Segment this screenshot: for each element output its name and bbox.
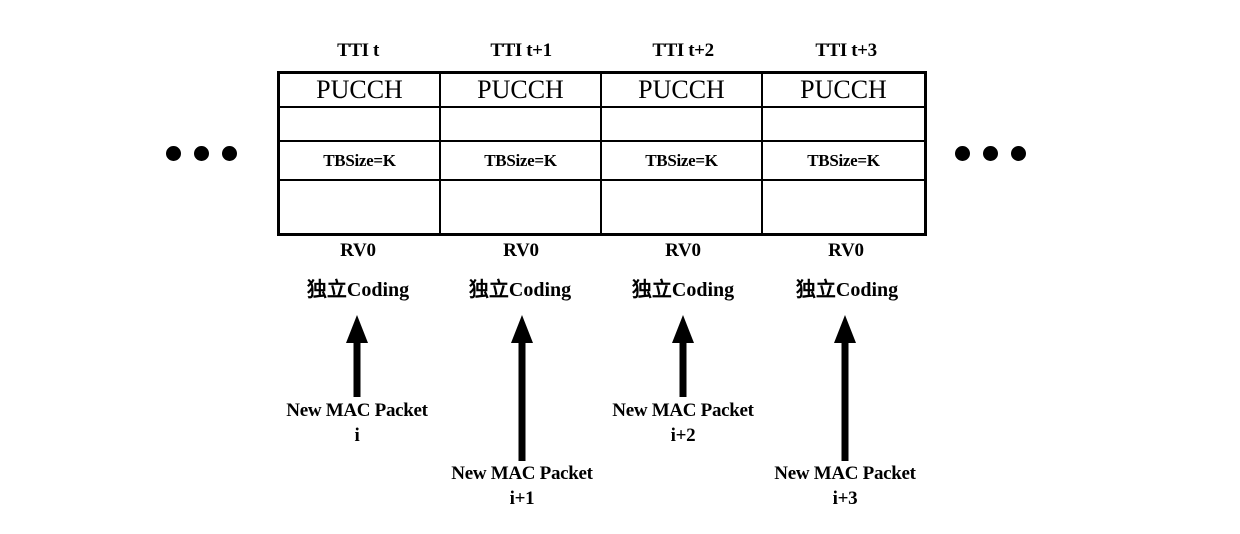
packet-label-name-3: New MAC Packet — [774, 463, 916, 484]
packet-label-2: New MAC Packet i+2 — [573, 398, 793, 448]
coding-label-3: 独立Coding — [795, 279, 899, 301]
packet-label-index-1: i+1 — [509, 488, 535, 509]
packet-label-index-0: i — [354, 425, 360, 446]
rv-label-1: RV0 — [503, 240, 539, 261]
tti-resource-grid: PUCCH PUCCH PUCCH PUCCH TBSize=K TBSize=… — [277, 71, 927, 236]
cell-blank-lower-2 — [602, 181, 763, 236]
cell-blank-upper-0 — [280, 108, 441, 142]
rv-label-2: RV0 — [665, 240, 701, 261]
cell-tbsize-3: TBSize=K — [763, 142, 924, 181]
cell-pucch-2: PUCCH — [602, 74, 763, 108]
packet-label-index-2: i+2 — [670, 425, 696, 446]
cell-blank-upper-2 — [602, 108, 763, 142]
packet-label-name-1: New MAC Packet — [451, 463, 593, 484]
tti-header-0: TTI t — [337, 40, 379, 61]
ellipsis-dot — [955, 146, 970, 161]
ellipsis-right — [955, 146, 1026, 161]
packet-label-name-2: New MAC Packet — [612, 400, 754, 421]
arrow-up-packet-3 — [831, 315, 859, 461]
cell-tbsize-0: TBSize=K — [280, 142, 441, 181]
cell-tbsize-2: TBSize=K — [602, 142, 763, 181]
ellipsis-dot — [1011, 146, 1026, 161]
ellipsis-dot — [166, 146, 181, 161]
ellipsis-dot — [194, 146, 209, 161]
ellipsis-left — [166, 146, 237, 161]
coding-label-0: 独立Coding — [306, 279, 410, 301]
arrow-up-packet-2 — [669, 315, 697, 397]
cell-tbsize-1: TBSize=K — [441, 142, 602, 181]
cell-blank-lower-3 — [763, 181, 924, 236]
packet-label-1: New MAC Packet i+1 — [412, 461, 632, 511]
cell-pucch-1: PUCCH — [441, 74, 602, 108]
tti-header-1: TTI t+1 — [490, 40, 552, 61]
tti-header-2: TTI t+2 — [652, 40, 714, 61]
packet-label-3: New MAC Packet i+3 — [735, 461, 955, 511]
cell-blank-upper-3 — [763, 108, 924, 142]
arrow-up-packet-0 — [343, 315, 371, 397]
cell-blank-lower-1 — [441, 181, 602, 236]
diagram-canvas: TTI t TTI t+1 TTI t+2 TTI t+3 PUCCH PUCC… — [0, 0, 1240, 534]
ellipsis-dot — [222, 146, 237, 161]
packet-label-index-3: i+3 — [832, 488, 858, 509]
cell-pucch-3: PUCCH — [763, 74, 924, 108]
packet-label-0: New MAC Packet i — [247, 398, 467, 448]
ellipsis-dot — [983, 146, 998, 161]
rv-label-0: RV0 — [340, 240, 376, 261]
coding-label-2: 独立Coding — [631, 279, 735, 301]
cell-blank-lower-0 — [280, 181, 441, 236]
cell-blank-upper-1 — [441, 108, 602, 142]
coding-label-1: 独立Coding — [468, 279, 572, 301]
packet-label-name-0: New MAC Packet — [286, 400, 428, 421]
arrow-up-packet-1 — [508, 315, 536, 461]
rv-label-3: RV0 — [828, 240, 864, 261]
tti-header-3: TTI t+3 — [815, 40, 877, 61]
cell-pucch-0: PUCCH — [280, 74, 441, 108]
